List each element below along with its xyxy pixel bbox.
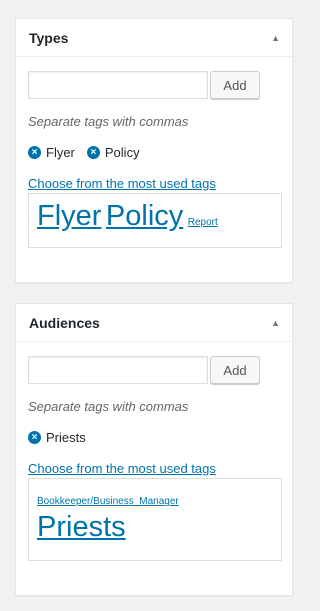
tag-item-flyer: × Flyer: [28, 145, 75, 160]
cloud-tag-flyer[interactable]: Flyer: [37, 200, 101, 232]
types-tag-input-row: Add: [28, 71, 260, 99]
audiences-metabox: Audiences ▲ Add Separate tags with comma…: [15, 303, 293, 596]
audiences-tag-checklist: × Priests: [28, 430, 98, 445]
audiences-metabox-header[interactable]: Audiences ▲: [16, 304, 292, 342]
types-add-button[interactable]: Add: [210, 71, 260, 99]
cloud-tag-priests[interactable]: Priests: [37, 511, 126, 543]
arrow-up-icon[interactable]: ▲: [271, 318, 280, 328]
types-tag-input[interactable]: [28, 71, 208, 99]
remove-tag-icon[interactable]: ×: [28, 431, 41, 444]
audiences-tag-cloud: Bookkeeper/Business_Manager Priests: [28, 478, 282, 561]
cloud-tag-bookkeeper[interactable]: Bookkeeper/Business_Manager: [37, 496, 179, 507]
audiences-howto-text: Separate tags with commas: [28, 399, 189, 414]
cloud-tag-report[interactable]: Report: [188, 217, 218, 228]
types-metabox-title: Types: [29, 29, 69, 46]
cloud-tag-policy[interactable]: Policy: [106, 200, 183, 232]
tag-label: Policy: [104, 145, 140, 160]
types-howto-text: Separate tags with commas: [28, 114, 189, 129]
types-metabox: Types ▲ Add Separate tags with commas × …: [15, 18, 293, 283]
audiences-tag-input[interactable]: [28, 356, 208, 384]
tag-label: Flyer: [46, 145, 75, 160]
arrow-up-icon[interactable]: ▲: [271, 33, 280, 43]
types-tag-cloud: Flyer Policy Report: [28, 193, 282, 248]
audiences-metabox-title: Audiences: [29, 314, 100, 331]
tag-item-policy: × Policy: [86, 145, 140, 160]
tag-label: Priests: [46, 430, 86, 445]
remove-tag-icon[interactable]: ×: [28, 146, 41, 159]
remove-tag-icon[interactable]: ×: [86, 146, 100, 159]
types-tag-checklist: × Flyer × Policy: [28, 145, 152, 160]
audiences-add-button[interactable]: Add: [210, 356, 260, 384]
tag-item-priests: × Priests: [28, 430, 86, 445]
audiences-most-used-link[interactable]: Choose from the most used tags: [28, 461, 216, 476]
audiences-tag-input-row: Add: [28, 356, 260, 384]
types-metabox-header[interactable]: Types ▲: [16, 19, 292, 57]
types-most-used-link[interactable]: Choose from the most used tags: [28, 176, 216, 191]
